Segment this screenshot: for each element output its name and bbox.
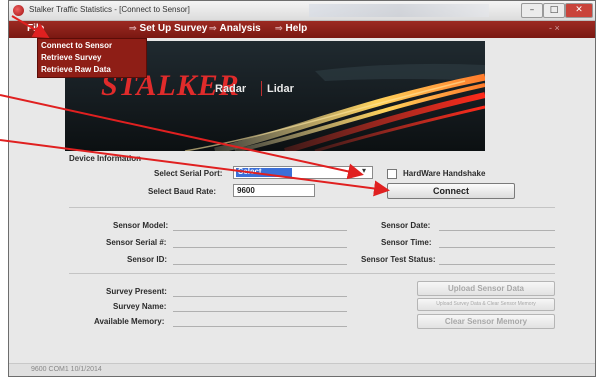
annotation-arrows <box>0 15 390 197</box>
annotation-arrow <box>11 15 50 39</box>
annotation-arrow <box>0 94 364 180</box>
annotation-arrow <box>0 139 390 197</box>
